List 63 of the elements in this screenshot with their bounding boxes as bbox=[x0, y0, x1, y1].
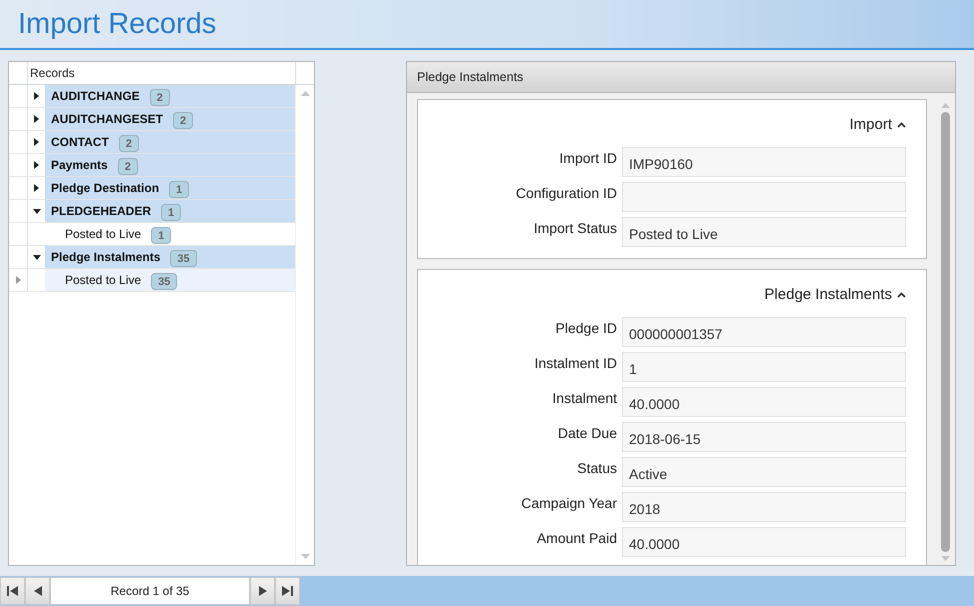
count-badge: 1 bbox=[161, 204, 182, 221]
field-label: Amount Paid bbox=[536, 530, 618, 546]
previous-icon bbox=[34, 586, 42, 596]
input-field[interactable]: Active bbox=[622, 457, 906, 487]
count-badge: 2 bbox=[150, 89, 170, 106]
tree-label: AUDITCHANGE bbox=[51, 89, 140, 103]
chevron-up-icon[interactable] bbox=[897, 292, 906, 298]
chevron-up-icon[interactable] bbox=[897, 122, 906, 128]
expand-icon[interactable] bbox=[34, 92, 39, 100]
previous-record-button[interactable] bbox=[25, 577, 50, 605]
input-field[interactable]: 40.0000 bbox=[622, 387, 906, 417]
input-field[interactable]: 000000001357 bbox=[622, 317, 906, 347]
count-badge: 2 bbox=[118, 135, 139, 152]
expand-icon[interactable] bbox=[34, 184, 39, 192]
field-label: Date Due bbox=[556, 425, 618, 441]
tree-label: PLEDGEHEADER bbox=[51, 204, 152, 218]
column-header: Records bbox=[29, 65, 76, 82]
expand-icon[interactable] bbox=[34, 138, 39, 146]
tree-label: Payments bbox=[51, 158, 108, 172]
tree-label: Pledge Instalments bbox=[51, 250, 160, 264]
tree-label: AUDITCHANGESET bbox=[51, 112, 164, 126]
field-label: Status bbox=[576, 460, 618, 476]
field-label: Configuration ID bbox=[514, 185, 618, 201]
tree-label: Posted to Live bbox=[65, 273, 142, 287]
count-badge: 1 bbox=[151, 227, 172, 244]
next-icon bbox=[258, 586, 266, 596]
input-field[interactable]: 2018-06-15 bbox=[622, 422, 906, 452]
tree-label: Posted to Live bbox=[65, 227, 142, 241]
input-field[interactable]: 1 bbox=[622, 352, 906, 382]
row-indicator-icon bbox=[16, 276, 20, 284]
field-label: Pledge ID bbox=[554, 320, 618, 336]
last-icon bbox=[282, 586, 293, 596]
first-icon bbox=[7, 586, 18, 596]
window-title: Import Records bbox=[18, 8, 216, 40]
input-field[interactable] bbox=[622, 182, 906, 212]
input-field[interactable]: 2018 bbox=[622, 492, 906, 522]
scroll-thumb[interactable] bbox=[940, 112, 950, 552]
count-badge: 2 bbox=[173, 112, 194, 129]
field-label: Instalment bbox=[551, 390, 618, 406]
input-field[interactable]: 40.0000 bbox=[622, 527, 906, 557]
field-label: Instalment ID bbox=[534, 355, 618, 371]
count-badge: 35 bbox=[170, 250, 197, 267]
expand-icon[interactable] bbox=[34, 115, 39, 123]
next-record-button[interactable] bbox=[250, 577, 275, 605]
panel-title: Pledge Instalments bbox=[417, 70, 524, 84]
tree-label: CONTACT bbox=[51, 135, 109, 149]
tree-label: Pledge Destination bbox=[51, 181, 160, 195]
section-title: Import bbox=[849, 116, 892, 133]
record-position-field[interactable]: Record 1 of 35 bbox=[50, 577, 250, 605]
field-label: Import ID bbox=[558, 150, 618, 166]
input-field[interactable]: Posted to Live bbox=[622, 217, 906, 247]
last-record-button[interactable] bbox=[275, 577, 300, 605]
field-label: Campaign Year bbox=[520, 495, 618, 511]
section-title: Pledge Instalments bbox=[764, 286, 892, 303]
count-badge: 35 bbox=[151, 273, 178, 290]
first-record-button[interactable] bbox=[0, 577, 25, 605]
expand-icon[interactable] bbox=[34, 161, 39, 169]
count-badge: 1 bbox=[169, 181, 190, 198]
field-label: Import Status bbox=[532, 220, 618, 236]
collapse-icon[interactable] bbox=[32, 208, 40, 214]
input-field[interactable]: IMP90160 bbox=[622, 147, 906, 177]
collapse-icon[interactable] bbox=[32, 254, 40, 260]
count-badge: 2 bbox=[118, 158, 138, 175]
